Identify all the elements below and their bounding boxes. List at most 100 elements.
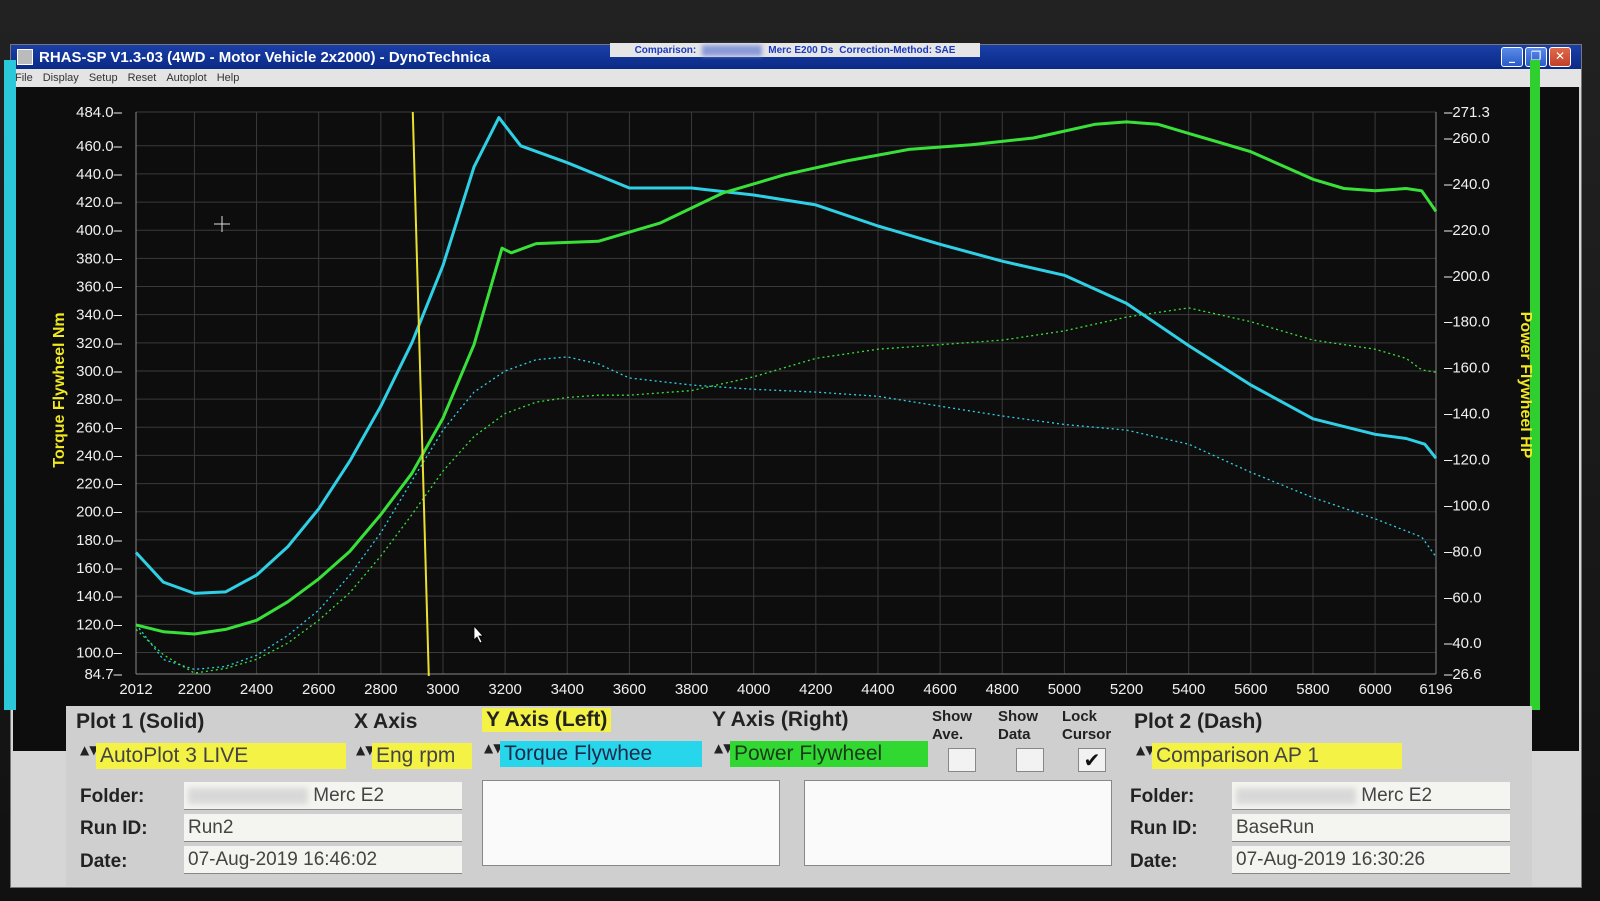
- menu-file[interactable]: File: [15, 72, 33, 84]
- y-left-tick-label: 220.0–: [76, 476, 123, 493]
- y-axis-left-header: Y Axis (Left): [482, 708, 612, 732]
- redacted-text: [1236, 787, 1356, 804]
- x-tick-label: 4400: [861, 681, 894, 698]
- y-left-spin-icon[interactable]: ▲▼: [484, 742, 502, 768]
- plot1-folder-label: Folder:: [80, 786, 145, 807]
- y-left-tick-label: 240.0–: [76, 447, 123, 464]
- menu-help[interactable]: Help: [217, 72, 240, 84]
- x-axis-select[interactable]: Eng rpm: [372, 743, 472, 769]
- menu-display[interactable]: Display: [43, 72, 79, 84]
- y-right-tick-label: –140.0: [1444, 406, 1490, 423]
- x-axis-spin-icon[interactable]: ▲▼: [356, 744, 374, 770]
- menu-autoplot[interactable]: Autoplot: [166, 72, 206, 84]
- x-tick-label: 4600: [923, 681, 956, 698]
- y-axis-left-title: Torque Flywheel Nm: [51, 312, 68, 467]
- redacted-text: [188, 787, 308, 804]
- plot2-header: Plot 2 (Dash): [1134, 710, 1263, 733]
- y-right-tick-label: –40.0: [1444, 635, 1482, 652]
- window-title: RHAS-SP V1.3-03 (4WD - Motor Vehicle 2x2…: [39, 48, 491, 66]
- y-axis-right-header: Y Axis (Right): [712, 708, 849, 731]
- crosshair-icon: [214, 216, 230, 232]
- left-axis-color-stripe: [4, 60, 16, 710]
- plot2-folder-value: Merc E2: [1361, 785, 1433, 806]
- close-button[interactable]: ✕: [1549, 47, 1571, 67]
- y-axis-right-title: Power Flywheel HP: [1517, 312, 1532, 459]
- y-left-tick-label: 360.0–: [76, 279, 123, 296]
- plot2-date-field[interactable]: 07-Aug-2019 16:30:26: [1232, 846, 1510, 874]
- y-right-tick-label: –260.0: [1444, 130, 1490, 147]
- y-right-tick-label: –200.0: [1444, 268, 1490, 285]
- y-left-tick-label: 160.0–: [76, 560, 123, 577]
- y-right-tick-label: –80.0: [1444, 543, 1482, 560]
- plot1-spin-icon[interactable]: ▲▼: [80, 744, 98, 770]
- x-tick-label: 3600: [613, 681, 646, 698]
- y-right-tick-label: –180.0: [1444, 314, 1490, 331]
- correction-method: Correction-Method: SAE: [839, 44, 956, 56]
- x-axis-header: X Axis: [354, 710, 418, 733]
- plot1-folder-field[interactable]: Merc E2: [184, 782, 462, 810]
- plot1-date-field[interactable]: 07-Aug-2019 16:46:02: [184, 846, 462, 874]
- x-tick-label: 5800: [1296, 681, 1329, 698]
- show-data-checkbox[interactable]: [1016, 748, 1044, 772]
- y-right-tick-label: –160.0: [1444, 360, 1490, 377]
- plot2-folder-field[interactable]: Merc E2: [1232, 782, 1510, 810]
- y-left-tick-label: 484.0–: [76, 104, 123, 121]
- x-tick-label: 4800: [986, 681, 1019, 698]
- x-tick-label: 6196: [1419, 681, 1452, 698]
- y-left-tick-label: 280.0–: [76, 391, 123, 408]
- y-left-tick-label: 84.7–: [84, 666, 122, 683]
- y-right-tick-label: –240.0: [1444, 176, 1490, 193]
- plot2-date-label: Date:: [1130, 851, 1178, 872]
- y-left-tick-label: 340.0–: [76, 307, 123, 324]
- minimize-button[interactable]: _: [1501, 47, 1523, 67]
- y-axis-right-select[interactable]: Power Flywheel: [730, 741, 928, 767]
- x-tick-label: 3400: [551, 681, 584, 698]
- y-left-tick-label: 100.0–: [76, 644, 123, 661]
- plot2-source-select[interactable]: Comparison AP 1: [1152, 743, 1402, 769]
- plot1-source-select[interactable]: AutoPlot 3 LIVE: [96, 743, 346, 769]
- dyno-chart[interactable]: 2012 2200 2400 2600 2800 3000 3200 3400 3600 3800…: [16, 100, 1532, 706]
- plot1-runid-field[interactable]: Run2: [184, 814, 462, 842]
- menu-reset[interactable]: Reset: [128, 72, 157, 84]
- y-right-tick-label: –120.0: [1444, 451, 1490, 468]
- show-data-label-2: Data: [998, 726, 1031, 743]
- lock-cursor-label-1: Lock: [1062, 708, 1098, 725]
- plot2-spin-icon[interactable]: ▲▼: [1136, 744, 1154, 770]
- plot2-runid-field[interactable]: BaseRun: [1232, 814, 1510, 842]
- y-right-tick-label: –220.0: [1444, 222, 1490, 239]
- comparison-label: Comparison:: [634, 44, 697, 56]
- x-tick-label: 5400: [1172, 681, 1205, 698]
- plot1-runid-label: Run ID:: [80, 818, 148, 839]
- y-left-tick-label: 420.0–: [76, 194, 123, 211]
- mouse-pointer-icon: [473, 624, 484, 644]
- x-tick-label: 5600: [1234, 681, 1267, 698]
- plot2-notes-box[interactable]: [804, 780, 1112, 866]
- y-right-spin-icon[interactable]: ▲▼: [714, 742, 732, 768]
- menu-setup[interactable]: Setup: [89, 72, 118, 84]
- y-axis-left-select[interactable]: Torque Flywhee: [500, 741, 702, 767]
- y-left-tick-label: 260.0–: [76, 419, 123, 436]
- data-cursor-line[interactable]: [411, 111, 430, 677]
- y-left-tick-label: 300.0–: [76, 363, 123, 380]
- menu-bar: File Display Setup Reset Autoplot Help: [11, 69, 1581, 87]
- plot1-notes-box[interactable]: [482, 780, 780, 866]
- show-ave-label-1: Show: [932, 708, 972, 725]
- x-tick-label: 2400: [240, 681, 273, 698]
- y-left-tick-label: 440.0–: [76, 166, 123, 183]
- y-right-tick-label: –60.0: [1444, 589, 1482, 606]
- lock-cursor-label-2: Cursor: [1062, 726, 1112, 743]
- show-ave-checkbox[interactable]: [948, 748, 976, 772]
- x-tick-label: 5200: [1110, 681, 1143, 698]
- y-left-tick-label: 180.0–: [76, 532, 123, 549]
- y-left-tick-label: 140.0–: [76, 588, 123, 605]
- series-line-1: [135, 356, 1437, 671]
- show-data-label-1: Show: [998, 708, 1038, 725]
- lock-cursor-checkbox[interactable]: ✔: [1078, 748, 1106, 772]
- app-icon: [17, 49, 33, 65]
- redacted-text: [702, 44, 763, 56]
- show-ave-label-2: Ave.: [932, 726, 964, 743]
- x-tick-label: 4200: [799, 681, 832, 698]
- y-left-tick-label: 460.0–: [76, 138, 123, 155]
- x-tick-label: 2800: [364, 681, 397, 698]
- x-tick-label: 3800: [675, 681, 708, 698]
